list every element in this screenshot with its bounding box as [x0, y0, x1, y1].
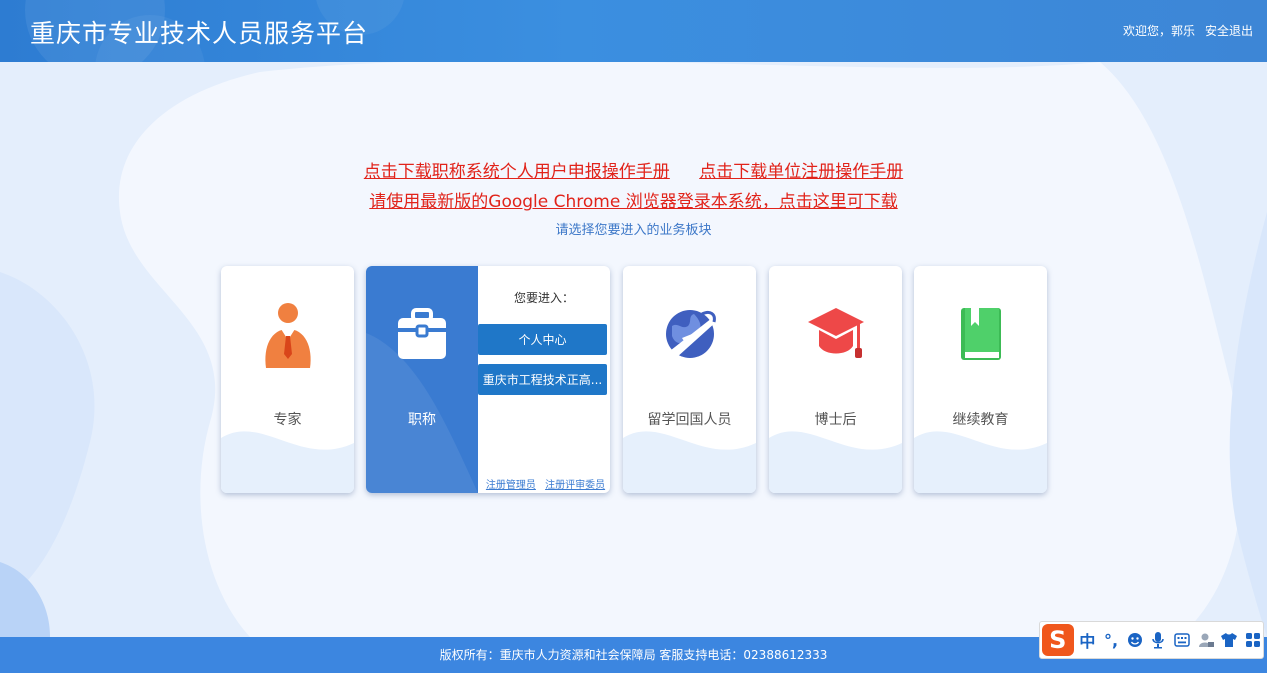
- register-admin-link[interactable]: 注册管理员: [486, 480, 536, 491]
- emoji-icon[interactable]: [1125, 629, 1145, 651]
- graduation-cap-icon: [769, 306, 902, 364]
- ime-toolbar: S 中 °,: [1039, 621, 1264, 659]
- book-icon: [914, 306, 1047, 364]
- card-continuing-education[interactable]: 继续教育: [914, 266, 1047, 493]
- enter-prompt: 您要进入：: [513, 291, 574, 305]
- toolbox-grid-icon[interactable]: [1243, 629, 1263, 651]
- footer-text: 版权所有：重庆市人力资源和社会保障局 客服支持电话：02388612333: [439, 648, 828, 662]
- browser-tip-row: 请使用最新版的Google Chrome 浏览器登录本系统，点击这里可下载: [0, 187, 1267, 212]
- professional-title-label: 职称: [408, 412, 436, 428]
- skin-shirt-icon[interactable]: [1220, 629, 1240, 651]
- logout-link[interactable]: 安全退出: [1205, 22, 1253, 39]
- manual-links: 点击下载职称系统个人用户申报操作手册 点击下载单位注册操作手册: [0, 157, 1267, 182]
- browser-download-link[interactable]: 请使用最新版的Google Chrome 浏览器登录本系统，点击这里可下载: [369, 192, 897, 212]
- personal-center-button[interactable]: 个人中心: [478, 324, 607, 355]
- card-expert[interactable]: 专家: [221, 266, 354, 493]
- sogou-logo-icon[interactable]: S: [1042, 624, 1074, 656]
- welcome-text: 欢迎您，郭乐: [1122, 24, 1195, 38]
- professional-title-panel[interactable]: 职称: [366, 266, 478, 493]
- platform-title: 重庆市专业技术人员服务平台: [30, 19, 369, 48]
- keyboard-icon[interactable]: [1172, 629, 1192, 651]
- top-header: 重庆市专业技术人员服务平台 欢迎您，郭乐 安全退出: [0, 0, 1267, 62]
- ime-mode-toggle[interactable]: 中: [1078, 629, 1098, 651]
- register-links: 注册管理员 注册评审委员会: [478, 476, 610, 493]
- card-professional-title: 职称 您要进入： 个人中心 重庆市工程技术正高... 注册管理员 注册评审委员会: [366, 266, 610, 493]
- globe-plane-icon: [623, 304, 756, 364]
- user-icon[interactable]: [1196, 629, 1216, 651]
- download-unit-manual-link[interactable]: 点击下载单位注册操作手册: [699, 162, 903, 182]
- card-returnee[interactable]: 留学回国人员: [623, 266, 756, 493]
- card-postdoc[interactable]: 博士后: [769, 266, 902, 493]
- select-module-subtitle: 请选择您要进入的业务板块: [555, 223, 712, 238]
- register-committee-link[interactable]: 注册评审委员会: [538, 480, 605, 493]
- download-personal-manual-link[interactable]: 点击下载职称系统个人用户申报操作手册: [364, 162, 670, 182]
- card-returnee-label: 留学回国人员: [647, 412, 732, 428]
- expert-person-icon: [221, 302, 354, 370]
- briefcase-icon: [366, 308, 478, 360]
- professional-title-options: 您要进入： 个人中心 重庆市工程技术正高... 注册管理员 注册评审委员会: [478, 266, 610, 493]
- card-education-label: 继续教育: [952, 412, 1009, 428]
- ime-punctuation-toggle[interactable]: °,: [1101, 629, 1121, 651]
- user-area: 欢迎您，郭乐 安全退出: [1123, 22, 1253, 39]
- engineering-senior-button[interactable]: 重庆市工程技术正高...: [478, 364, 607, 395]
- card-expert-label: 专家: [273, 412, 302, 428]
- microphone-icon[interactable]: [1149, 629, 1169, 651]
- card-postdoc-label: 博士后: [814, 412, 857, 428]
